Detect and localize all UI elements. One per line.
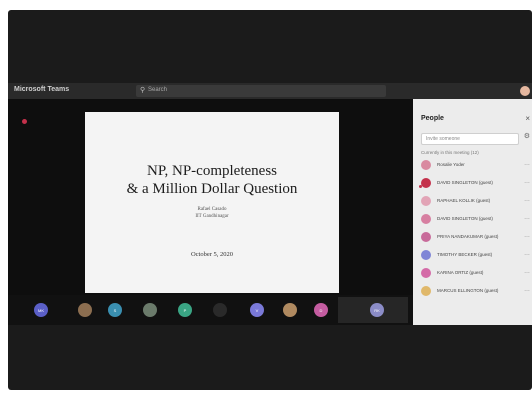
more-options-icon[interactable]: … [524,269,530,275]
participant-thumbnail[interactable] [78,303,92,317]
slide-author-affiliation: IIT Gandhinagar [195,214,229,219]
participant-thumbnail[interactable] [143,303,157,317]
avatar [421,196,431,206]
more-options-icon[interactable]: … [524,215,530,221]
more-options-icon[interactable]: … [524,197,530,203]
slide-date: October 5, 2020 [190,251,234,258]
slide-title: NP, NP-completeness & a Million Dollar Q… [85,162,339,198]
avatar [421,250,431,260]
participant-thumbnail[interactable]: MK [34,303,48,317]
participant-row[interactable]: DAVID SINGLETON (guest) … [419,177,532,191]
recording-indicator-icon [22,119,27,124]
invite-placeholder: Invite someone [426,136,460,142]
presence-dot-icon [419,185,422,188]
avatar [421,214,431,224]
slide-title-line-2: & a Million Dollar Question [126,181,298,197]
avatar [421,286,431,296]
avatar [421,232,431,242]
participant-name: KARINA ORTIZ (guest) [437,270,484,275]
people-panel-title: People [421,115,444,122]
participant-row[interactable]: DAVID SINGLETON (guest) … [421,213,532,227]
participants-section-header: Currently in this meeting (12) [421,150,479,155]
participant-row[interactable]: KARINA ORTIZ (guest) … [421,267,532,281]
search-icon: ⚲ [140,87,146,94]
participant-row[interactable]: Rosalie Yoder … [421,159,532,173]
more-options-icon[interactable]: … [524,161,530,167]
participant-row[interactable]: PRIYA NANDAKUMAR (guest) … [421,231,532,245]
participant-row[interactable]: MARCUS ELLINGTON (guest) … [421,285,532,299]
user-avatar[interactable] [520,86,530,96]
participant-thumbnail[interactable]: S [108,303,122,317]
more-options-icon[interactable]: … [524,179,530,185]
participant-thumbnail[interactable]: D [314,303,328,317]
gear-icon[interactable]: ⚙ [524,132,530,140]
search-input[interactable]: ⚲ Search [136,85,386,97]
participant-name: DAVID SINGLETON (guest) [437,216,493,221]
participant-row[interactable]: TIMOTHY BECKER (guest) … [421,249,532,263]
participant-thumbnail[interactable] [213,303,227,317]
avatar [421,160,431,170]
participant-thumbnail[interactable] [283,303,297,317]
close-icon[interactable]: × [525,114,530,123]
participant-thumbnail[interactable]: RK [370,303,384,317]
participant-name: DAVID SINGLETON (guest) [437,180,493,185]
search-placeholder: Search [148,87,168,93]
participant-gallery: MK S P V D RK [8,295,413,325]
participant-name: RAPHAEL KOLLIK (guest) [437,198,491,203]
participant-name: Rosalie Yoder [437,162,465,167]
slide-author: Rafael Casado IIT Gandhinagar [85,206,339,220]
app-title: Microsoft Teams [14,86,70,93]
participant-name: MARCUS ELLINGTON (guest) [437,288,499,293]
participant-row[interactable]: RAPHAEL KOLLIK (guest) … [421,195,532,209]
avatar [421,178,431,188]
meeting-window: Microsoft Teams ⚲ Search NP, NP-complete… [8,10,532,390]
participant-thumbnail[interactable]: P [178,303,192,317]
slide-author-name: Rafael Casado [197,207,227,212]
shared-slide: NP, NP-completeness & a Million Dollar Q… [85,112,339,293]
title-bar: Microsoft Teams ⚲ Search [8,83,532,99]
more-options-icon[interactable]: … [524,251,530,257]
more-options-icon[interactable]: … [524,233,530,239]
participant-thumbnail[interactable]: V [250,303,264,317]
more-options-icon[interactable]: … [524,287,530,293]
meeting-stage: NP, NP-completeness & a Million Dollar Q… [8,99,413,325]
invite-input[interactable]: Invite someone [421,133,519,145]
participant-name: PRIYA NANDAKUMAR (guest) [437,234,499,239]
slide-title-line-1: NP, NP-completeness [147,163,277,179]
people-panel: People × Invite someone ⚙ Currently in t… [413,99,532,325]
avatar [421,268,431,278]
participant-name: TIMOTHY BECKER (guest) [437,252,493,257]
